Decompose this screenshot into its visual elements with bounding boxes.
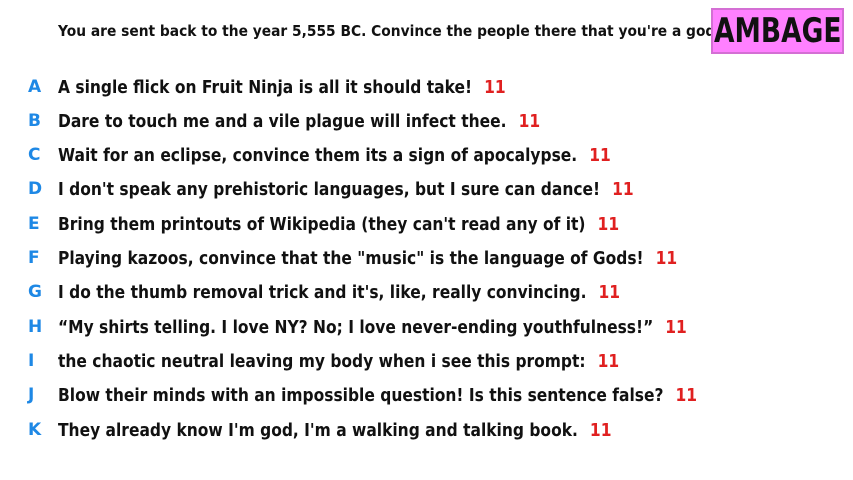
logo-text: AMBAGE (713, 11, 842, 51)
answer-letter: K (28, 420, 42, 440)
answer-letter: G (28, 282, 42, 302)
answer-letter: H (28, 317, 43, 337)
prompt-text: You are sent back to the year 5,555 BC. … (58, 22, 721, 40)
ambage-logo: AMBAGE (711, 8, 844, 54)
answer-letter: B (28, 111, 41, 131)
answer-score: 11 (589, 144, 611, 166)
answer-score: 11 (665, 316, 687, 338)
answer-letter: A (28, 77, 42, 97)
answer-letter: E (28, 214, 40, 234)
answer-text: I do the thumb removal trick and it's, l… (58, 281, 587, 303)
answer-text: the chaotic neutral leaving my body when… (58, 350, 586, 372)
answer-letter: F (28, 248, 40, 268)
answer-score: 11 (612, 178, 634, 200)
answer-text: They already know I'm god, I'm a walking… (58, 419, 578, 441)
answer-score: 11 (675, 384, 698, 406)
answer-text: “My shirts telling. I love NY? No; I lov… (58, 316, 654, 338)
answer-letter: J (28, 385, 35, 405)
answer-text: Wait for an eclipse, convince them its a… (58, 144, 578, 166)
answer-score: 11 (484, 76, 506, 98)
answer-score: 11 (518, 110, 541, 132)
answer-text: Playing kazoos, convince that the "music… (58, 247, 644, 269)
answer-letter: I (28, 351, 35, 371)
answer-score: 11 (597, 213, 620, 235)
answer-letter: D (28, 179, 43, 199)
answer-text: I don't speak any prehistoric languages,… (58, 178, 601, 200)
answer-score: 11 (655, 247, 678, 269)
answer-score: 11 (598, 281, 621, 303)
answer-score: 11 (597, 350, 620, 372)
answer-score: 11 (589, 419, 612, 441)
answer-text: Blow their minds with an impossible ques… (58, 384, 664, 406)
answer-text: Bring them printouts of Wikipedia (they … (58, 213, 586, 235)
answer-text: A single flick on Fruit Ninja is all it … (58, 76, 473, 98)
answer-letter: C (28, 145, 41, 165)
answer-text: Dare to touch me and a vile plague will … (58, 110, 507, 132)
